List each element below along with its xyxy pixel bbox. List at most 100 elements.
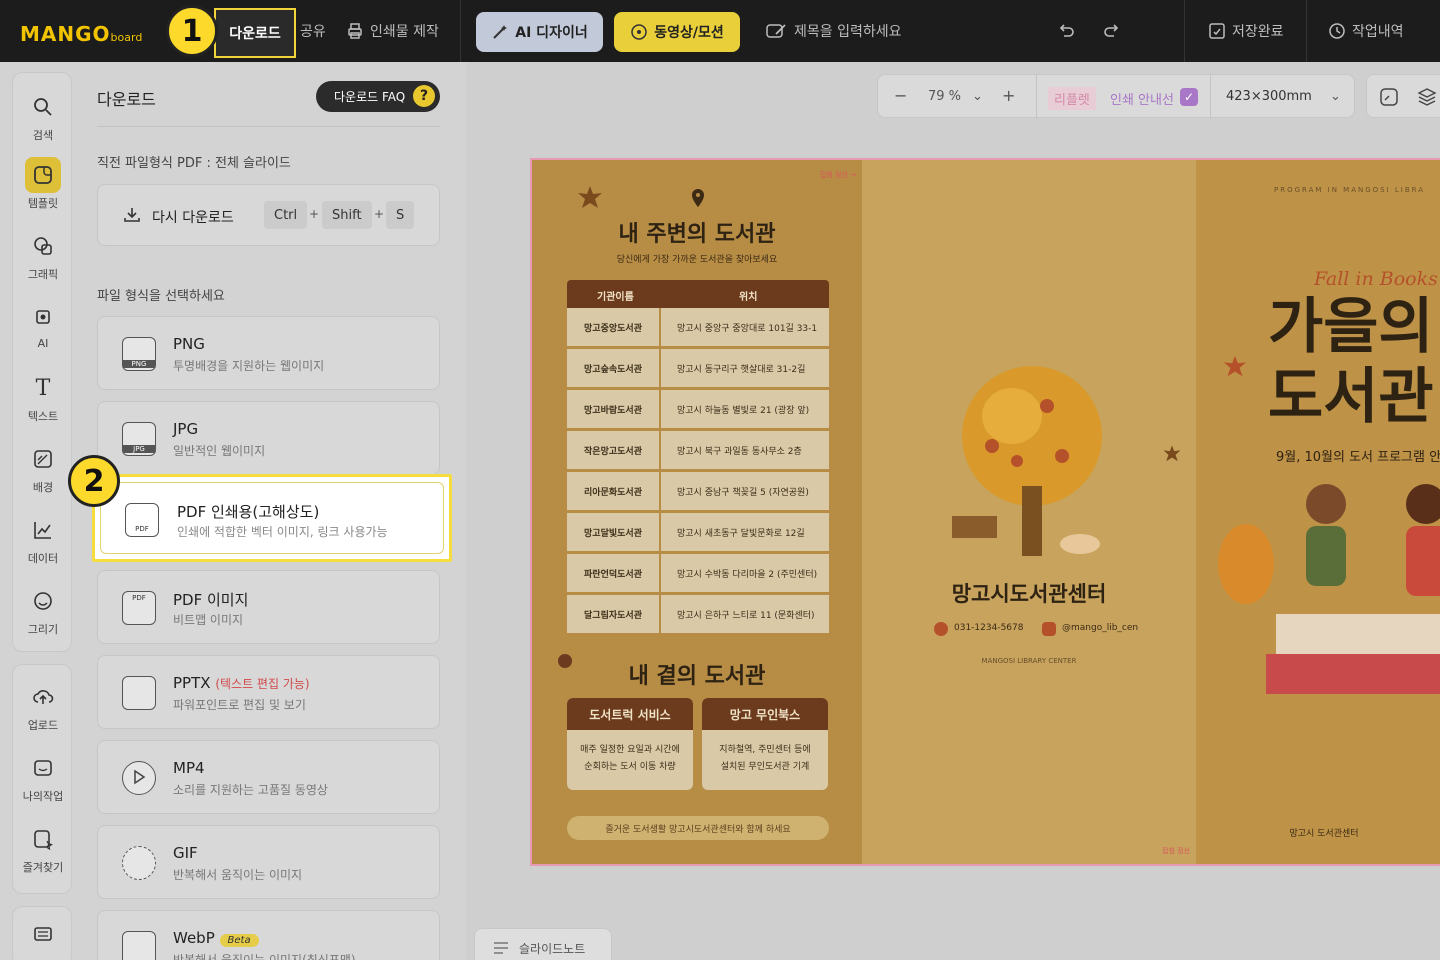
format-option-pdf-print-highlighted[interactable]: PDF PDF 인쇄용(고해상도) 인쇄에 적합한 벡터 이미지, 링크 사용가… [92, 474, 452, 562]
rail-label: 즐겨찾기 [22, 861, 64, 874]
file-tag: PDF [135, 525, 149, 533]
leaflet-tag[interactable]: 리플렛 [1048, 87, 1096, 110]
chevron-down-icon[interactable]: ⌄ [972, 89, 983, 104]
rail-item-background[interactable]: 배경 [13, 441, 73, 495]
document-title-input[interactable]: 제목을 입력하세요 [766, 0, 902, 62]
rail-item-search[interactable]: 검색 [13, 89, 73, 143]
choose-format-label: 파일 형식을 선택하세요 [97, 289, 225, 304]
zoom-value[interactable]: 79 % [928, 89, 961, 104]
rail-label: 그리기 [27, 623, 59, 636]
format-name: PNG [173, 335, 205, 353]
slide-note-tab[interactable]: 슬라이드노트 [474, 928, 612, 960]
rail-item-graphic[interactable]: 그래픽 [13, 228, 73, 282]
tool-rail-secondary: 업로드 나의작업 즐겨찾기 [12, 664, 72, 894]
logo-main: MANGO [20, 22, 111, 46]
format-option-mp4[interactable]: MP4 소리를 지원하는 고품질 동영상 [97, 740, 440, 814]
service-desc: 매주 일정한 요일과 시간에 [580, 745, 680, 755]
subheading: 당신에게 가장 가까운 도서관을 찾아보세요 [616, 255, 778, 265]
format-desc: 투명배경을 지원하는 웹이미지 [173, 359, 325, 373]
rail-item-ai[interactable]: AI [13, 299, 73, 350]
layers-icon[interactable] [1417, 87, 1437, 107]
video-motion-button[interactable]: 동영상/모션 [614, 12, 740, 52]
format-desc: 소리를 지원하는 고품질 동영상 [173, 783, 328, 797]
heading-nearby-library: 내 주변의 도서관 [618, 221, 776, 247]
location-pin-icon [692, 189, 704, 207]
pdf-print-card[interactable]: PDF PDF 인쇄용(고해상도) 인쇄에 적합한 벡터 이미지, 링크 사용가… [100, 482, 444, 554]
format-option-pdf-image[interactable]: PDF PDF 이미지 비트맵 이미지 [97, 570, 440, 644]
maple-leaf-icon [578, 186, 602, 208]
pptx-file-icon [122, 676, 156, 710]
format-name: MP4 [173, 759, 205, 777]
service-card: 도서트럭 서비스 매주 일정한 요일과 시간에 순회하는 도서 이동 차량 [567, 698, 693, 790]
rail-item-draw[interactable]: 그리기 [13, 583, 73, 637]
redownload-button[interactable]: 다시 다운로드 Ctrl + Shift + S [97, 184, 440, 246]
rail-item-template[interactable]: 템플릿 [13, 157, 73, 211]
download-icon [124, 208, 140, 222]
leaflet-panel-cover: PROGRAM IN MANGOSI LIBRA Fall in Books 가… [1196, 160, 1440, 864]
rail-label: 템플릿 [27, 197, 59, 210]
download-menu-button[interactable]: 다운로드 [214, 8, 296, 58]
service-desc: 순회하는 도서 이동 차량 [584, 762, 676, 772]
redo-icon [1104, 24, 1119, 37]
share-button[interactable]: 공유 [300, 0, 326, 62]
size-value[interactable]: 423×300mm [1226, 89, 1312, 104]
key-shift: Shift [322, 201, 372, 229]
png-file-icon: PNG [122, 337, 156, 371]
rail-item-upload[interactable]: 업로드 [13, 679, 73, 733]
maple-leaf-icon [1223, 355, 1247, 377]
save-status-button[interactable]: 저장완료 [1208, 0, 1284, 62]
center-english-name: MANGOSI LIBRARY CENTER [981, 657, 1077, 665]
loop-play-icon [122, 846, 156, 880]
rail-item-favorites[interactable]: 즐겨찾기 [13, 821, 73, 875]
format-option-pptx[interactable]: PPTX (텍스트 편집 가능) 파워포인트로 편집 및 보기 [97, 655, 440, 729]
leaflet-panel-middle: 망고시도서관센터 031-1234-5678 @mango_lib_cen MA… [862, 160, 1196, 864]
rail-item-text[interactable]: T 텍스트 [13, 370, 73, 424]
question-icon: ? [413, 85, 435, 107]
undo-button[interactable] [1056, 0, 1082, 62]
save-status-label: 저장완료 [1232, 24, 1284, 40]
bookmark-star-icon [34, 830, 53, 850]
ai-designer-button[interactable]: AI 디자이너 [476, 12, 603, 52]
history-button[interactable]: 작업내역 [1328, 0, 1404, 62]
layout-icon[interactable] [1379, 87, 1399, 107]
print-button[interactable]: 인쇄물 제작 [346, 0, 439, 62]
undo-icon [1059, 24, 1074, 37]
library-name: 리아문화도서관 [567, 472, 661, 510]
format-option-webp[interactable]: WebP Beta 반복해서 움직이는 이미지(최신포맷) [97, 910, 440, 960]
format-desc: 반복해서 움직이는 이미지(최신포맷) [173, 953, 356, 960]
print-guide-label: 인쇄 안내선 [1110, 93, 1174, 108]
format-name: GIF [173, 844, 198, 862]
library-name: 달그림자도서관 [567, 595, 661, 633]
zoom-in-button[interactable]: + [1002, 86, 1015, 105]
rail-item-mywork[interactable]: 나의작업 [13, 750, 73, 804]
zoom-out-button[interactable]: − [894, 86, 907, 105]
mangoboard-logo[interactable]: MANGOboard [20, 22, 142, 46]
format-option-png[interactable]: PNG PNG 투명배경을 지원하는 웹이미지 [97, 316, 440, 390]
phone-icon [934, 622, 948, 636]
print-guide-checkbox[interactable]: ✓ [1180, 88, 1198, 106]
rail-item-data[interactable]: 데이터 [13, 512, 73, 566]
redo-button[interactable] [1102, 0, 1128, 62]
rail-label: 데이터 [27, 552, 59, 565]
share-label: 공유 [300, 24, 326, 40]
chevron-down-icon[interactable]: ⌄ [1330, 89, 1341, 104]
library-location: 망고시 북구 과일동 동사무소 2층 [677, 446, 802, 457]
faq-label: 다운로드 FAQ [334, 90, 406, 104]
text-t-icon: T [35, 375, 51, 401]
keyboard-shortcut-button[interactable] [12, 906, 72, 960]
leaflet-document[interactable]: 접힘 점선 → 내 주변의 도서관 당신에게 가장 가까운 도서관을 찾아보세요… [530, 158, 1440, 866]
download-faq-button[interactable]: 다운로드 FAQ? [316, 81, 440, 112]
rail-label: 업로드 [27, 719, 59, 732]
service-title: 망고 무인북스 [702, 698, 828, 730]
cloud-upload-icon [33, 690, 54, 704]
step-badge-1: 1 [166, 5, 218, 57]
divider [1184, 0, 1185, 62]
ai-chip-icon [36, 310, 50, 324]
center-name: 망고시도서관센터 [951, 581, 1107, 606]
pdf-file-icon: PDF [125, 503, 159, 537]
format-option-gif[interactable]: GIF 반복해서 움직이는 이미지 [97, 825, 440, 899]
tree-illustration [952, 366, 1102, 556]
table-row: 파란언덕도서관 망고시 수박동 다리마을 2 (주민센터) [567, 554, 829, 592]
rail-label: 배경 [32, 481, 54, 494]
format-option-jpg[interactable]: JPG JPG 일반적인 웹이미지 [97, 401, 440, 475]
